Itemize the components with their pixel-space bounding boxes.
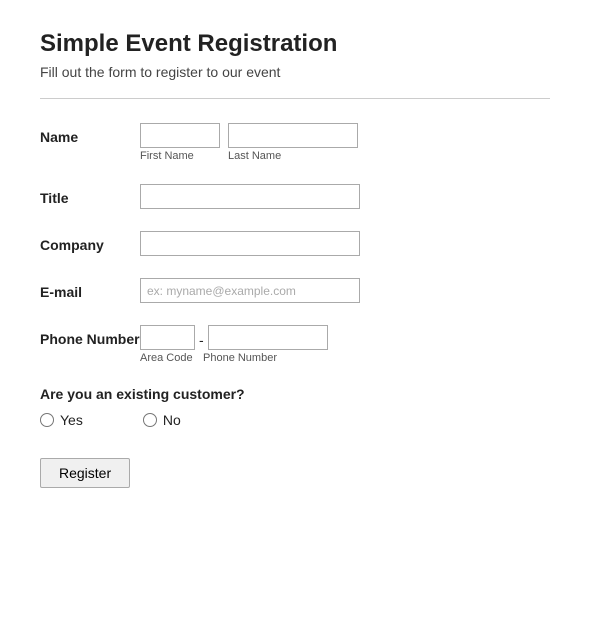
- yes-label: Yes: [60, 412, 83, 428]
- last-name-input[interactable]: [228, 123, 358, 148]
- register-button[interactable]: Register: [40, 458, 130, 488]
- title-label: Title: [40, 184, 140, 206]
- phone-label: Phone Number: [40, 325, 140, 347]
- area-code-input[interactable]: [140, 325, 195, 350]
- company-input[interactable]: [140, 231, 360, 256]
- company-label: Company: [40, 231, 140, 253]
- radio-group: Yes No: [40, 412, 550, 428]
- customer-question: Are you an existing customer?: [40, 386, 550, 402]
- no-label: No: [163, 412, 181, 428]
- first-name-input[interactable]: [140, 123, 220, 148]
- phone-number-hint: Phone Number: [203, 352, 277, 364]
- phone-number-input[interactable]: [208, 325, 328, 350]
- phone-hints: Area Code Phone Number: [140, 352, 328, 364]
- last-name-field: Last Name: [228, 123, 358, 162]
- yes-radio-label[interactable]: Yes: [40, 412, 83, 428]
- title-row: Title: [40, 184, 550, 209]
- yes-radio[interactable]: [40, 413, 54, 427]
- title-controls: [140, 184, 360, 209]
- company-row: Company: [40, 231, 550, 256]
- page-title: Simple Event Registration: [40, 30, 550, 58]
- name-label: Name: [40, 123, 140, 145]
- email-label: E-mail: [40, 278, 140, 300]
- page-subtitle: Fill out the form to register to our eve…: [40, 64, 550, 80]
- phone-controls: - Area Code Phone Number: [140, 325, 328, 364]
- email-input[interactable]: [140, 278, 360, 303]
- divider: [40, 98, 550, 99]
- no-radio-label[interactable]: No: [143, 412, 181, 428]
- no-radio[interactable]: [143, 413, 157, 427]
- customer-question-section: Are you an existing customer? Yes No: [40, 386, 550, 428]
- title-input[interactable]: [140, 184, 360, 209]
- last-name-hint: Last Name: [228, 150, 358, 162]
- name-row: Name First Name Last Name: [40, 123, 550, 162]
- first-name-hint: First Name: [140, 150, 220, 162]
- phone-separator: -: [199, 328, 204, 348]
- email-row: E-mail: [40, 278, 550, 303]
- company-controls: [140, 231, 360, 256]
- name-inputs: First Name Last Name: [140, 123, 358, 162]
- phone-row: Phone Number - Area Code Phone Number: [40, 325, 550, 364]
- first-name-field: First Name: [140, 123, 220, 162]
- email-controls: [140, 278, 360, 303]
- area-code-hint: Area Code: [140, 352, 203, 364]
- phone-inputs: -: [140, 325, 328, 350]
